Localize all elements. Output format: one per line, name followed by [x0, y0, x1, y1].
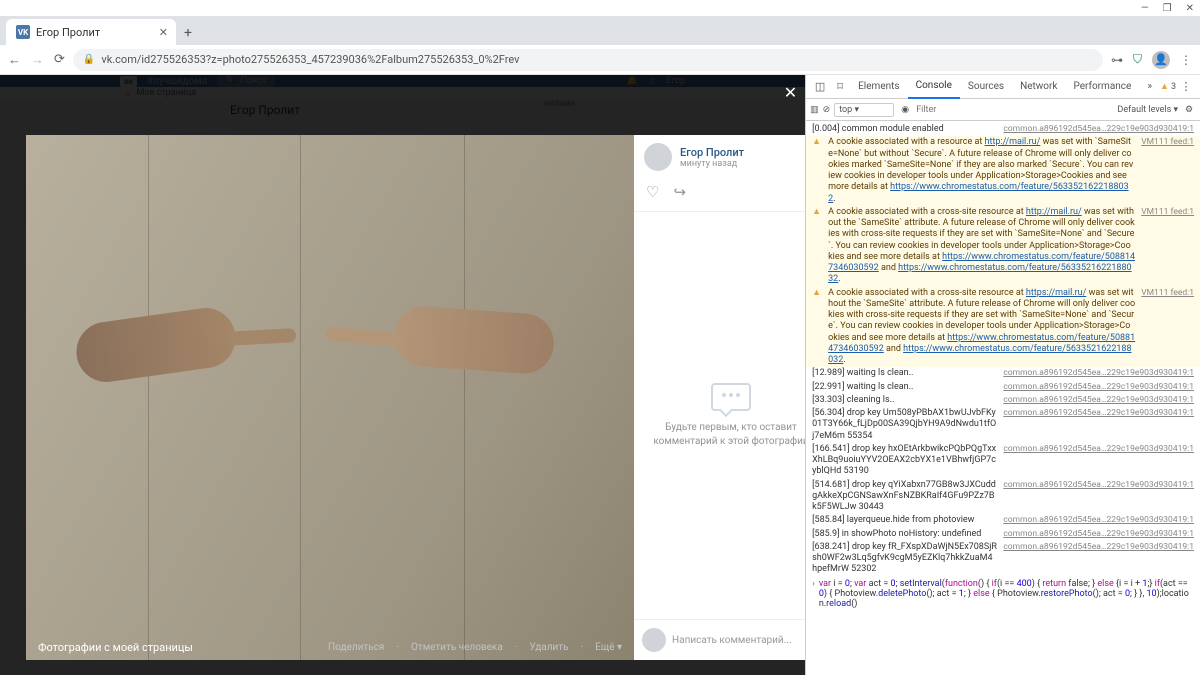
empty-comments: Будьте первым, кто оставит комментарий к…: [634, 212, 805, 619]
console-log-row: [0.004] common module enabledcommon.a896…: [806, 123, 1200, 136]
window-close-button[interactable]: ✕: [1186, 3, 1194, 14]
key-icon[interactable]: ⊶: [1111, 53, 1123, 67]
more-link[interactable]: Ещё ▾: [595, 642, 622, 653]
warning-icon: ▲: [812, 207, 822, 286]
photo-overlay: ✕: [0, 75, 805, 675]
inspect-icon[interactable]: ◫: [810, 80, 830, 93]
console-input[interactable]: ›var i = 0; var act = 0; setInterval(fun…: [806, 577, 1200, 611]
console-log-row: [56.304] drop key Um508yPBbAX1bwUJvbFKy0…: [806, 407, 1200, 443]
tab-console[interactable]: Console: [908, 75, 960, 99]
window-max-button[interactable]: ❐: [1163, 3, 1172, 14]
console-output[interactable]: [0.004] common module enabledcommon.a896…: [806, 121, 1200, 675]
warning-icon: ▲: [812, 288, 822, 367]
lock-icon: 🔒: [83, 54, 95, 65]
log-levels-select[interactable]: Default levels ▾: [1117, 105, 1178, 115]
window-min-button[interactable]: —: [1141, 3, 1149, 14]
profile-button[interactable]: 👤: [1152, 51, 1170, 69]
tab-close-button[interactable]: ✕: [159, 26, 168, 39]
console-log-row: [166.541] drop key hxOEtArkbwikcPQbPQgTx…: [806, 443, 1200, 479]
photo-image[interactable]: [26, 135, 634, 660]
back-button[interactable]: ←: [8, 52, 21, 68]
photo-poster-name[interactable]: Егор Пролит: [680, 146, 744, 159]
tag-person-link[interactable]: Отметить человека: [411, 642, 503, 653]
tab-network[interactable]: Network: [1012, 75, 1065, 99]
live-expression-icon[interactable]: ◉: [898, 105, 912, 115]
forward-button[interactable]: →: [31, 52, 44, 68]
tab-more[interactable]: »: [1139, 75, 1160, 99]
new-tab-button[interactable]: +: [176, 21, 200, 45]
console-log-row: [33.303] cleaning ls..common.a896192d545…: [806, 394, 1200, 407]
devtools-panel: ◫ ⌑ Elements Console Sources Network Per…: [805, 75, 1200, 675]
share-link[interactable]: Поделиться: [328, 642, 384, 653]
tab-performance[interactable]: Performance: [1065, 75, 1139, 99]
tab-sources[interactable]: Sources: [960, 75, 1012, 99]
avatar[interactable]: [644, 143, 672, 171]
console-settings-icon[interactable]: ⚙: [1182, 105, 1196, 115]
warning-count[interactable]: ▲3: [1160, 81, 1176, 92]
console-log-row: [638.241] drop key fR_FXspXDaWjN5Ex708Sj…: [806, 541, 1200, 577]
browser-toolbar: ← → ⟳ 🔒 vk.com/id275526353?z=photo275526…: [0, 45, 1200, 75]
console-log-row: [585.84] layerqueue.hide from photoviewc…: [806, 514, 1200, 527]
console-log-row: [585.9] in showPhoto noHistory: undefine…: [806, 528, 1200, 541]
console-log-row: [12.989] waiting ls clean..common.a89619…: [806, 367, 1200, 380]
console-filter-input[interactable]: [916, 105, 1113, 115]
console-filter-bar: ▥ ⊘ top ▾ ◉ Default levels ▾ ⚙: [806, 99, 1200, 121]
console-log-row: ▲A cookie associated with a resource at …: [806, 136, 1200, 206]
console-log-row: [22.991] waiting ls clean..common.a89619…: [806, 381, 1200, 394]
clear-console-icon[interactable]: ⊘: [823, 105, 831, 115]
console-log-row: ▲A cookie associated with a cross-site r…: [806, 206, 1200, 287]
comment-icon: [711, 383, 751, 411]
console-log-row: ▲A cookie associated with a cross-site r…: [806, 287, 1200, 368]
warning-icon: ▲: [812, 137, 822, 205]
reload-button[interactable]: ⟳: [54, 52, 65, 68]
browser-tab[interactable]: VK Егор Пролит ✕: [6, 19, 176, 45]
device-toggle-icon[interactable]: ⌑: [830, 80, 850, 93]
photo-modal: Егор Пролит минуту назад ♡ ↪ Будьте перв…: [26, 135, 805, 660]
devtools-settings-icon[interactable]: ⋮: [1176, 80, 1196, 93]
devtools-tabs: ◫ ⌑ Elements Console Sources Network Per…: [806, 75, 1200, 99]
window-titlebar: — ❐ ✕: [0, 0, 1200, 16]
menu-button[interactable]: ⋮: [1180, 53, 1192, 67]
close-photo-button[interactable]: ✕: [784, 83, 797, 102]
shield-icon[interactable]: ⛉: [1133, 52, 1142, 67]
console-log-row: [514.681] drop key qYiXabxn77GB8w3JXCudd…: [806, 479, 1200, 515]
tab-elements[interactable]: Elements: [850, 75, 907, 99]
photo-album-title: Фотографии с моей страницы: [38, 641, 316, 654]
photo-time: минуту назад: [680, 159, 744, 169]
context-select[interactable]: top ▾: [834, 103, 894, 117]
page-content: вк #лучшедома 🔍Поиск 🔔 ♫ Егор ⌂ Моя стра…: [0, 75, 805, 675]
address-bar[interactable]: 🔒 vk.com/id275526353?z=photo275526353_45…: [73, 49, 1103, 71]
browser-tab-strip: VK Егор Пролит ✕ +: [0, 16, 1200, 45]
url-text: vk.com/id275526353?z=photo275526353_4572…: [101, 53, 519, 66]
photo-footer: Фотографии с моей страницы Поделиться · …: [26, 635, 634, 660]
comment-input[interactable]: Написать комментарий...: [672, 635, 805, 646]
avatar: [642, 628, 666, 652]
empty-comment-text: Будьте первым, кто оставит комментарий к…: [644, 421, 805, 449]
share-button[interactable]: ↪: [673, 183, 686, 201]
photo-sidebar: Егор Пролит минуту назад ♡ ↪ Будьте перв…: [634, 135, 805, 660]
tab-title: Егор Пролит: [36, 26, 100, 39]
like-button[interactable]: ♡: [646, 183, 659, 201]
delete-link[interactable]: Удалить: [529, 642, 568, 653]
tab-favicon: VK: [16, 25, 30, 39]
sidebar-toggle-icon[interactable]: ▥: [810, 105, 819, 115]
